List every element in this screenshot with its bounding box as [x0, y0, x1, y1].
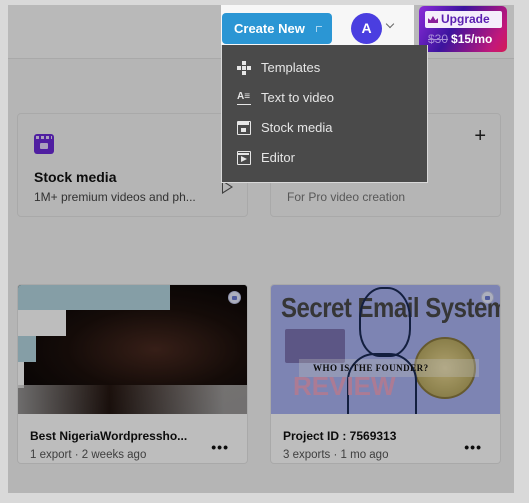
- templates-icon: [237, 61, 251, 75]
- create-new-dropdown: Templates A≡ Text to video Stock media E…: [221, 45, 428, 183]
- menu-item-label: Text to video: [261, 90, 334, 105]
- upgrade-button[interactable]: Upgrade $30 $15/mo: [419, 6, 507, 52]
- text-to-video-icon: A≡: [237, 91, 251, 105]
- menu-item-label: Editor: [261, 150, 295, 165]
- editor-icon: [237, 151, 251, 165]
- upgrade-price: $30 $15/mo: [428, 32, 492, 46]
- create-new-label: Create New: [234, 21, 305, 36]
- menu-item-stock-media[interactable]: Stock media: [222, 113, 427, 143]
- upgrade-pill: Upgrade: [425, 11, 502, 28]
- corner-icon: [316, 26, 322, 32]
- menu-item-label: Stock media: [261, 120, 333, 135]
- crown-icon: [428, 16, 438, 23]
- stock-media-icon: [237, 121, 251, 135]
- menu-item-text-to-video[interactable]: A≡ Text to video: [222, 83, 427, 113]
- avatar[interactable]: A: [351, 13, 382, 44]
- old-price: $30: [428, 32, 449, 46]
- menu-item-templates[interactable]: Templates: [222, 53, 427, 83]
- create-new-button[interactable]: Create New: [222, 13, 332, 44]
- menu-item-editor[interactable]: Editor: [222, 143, 427, 173]
- upgrade-label: Upgrade: [441, 12, 490, 26]
- menu-item-label: Templates: [261, 60, 321, 75]
- new-price: $15/mo: [451, 32, 493, 46]
